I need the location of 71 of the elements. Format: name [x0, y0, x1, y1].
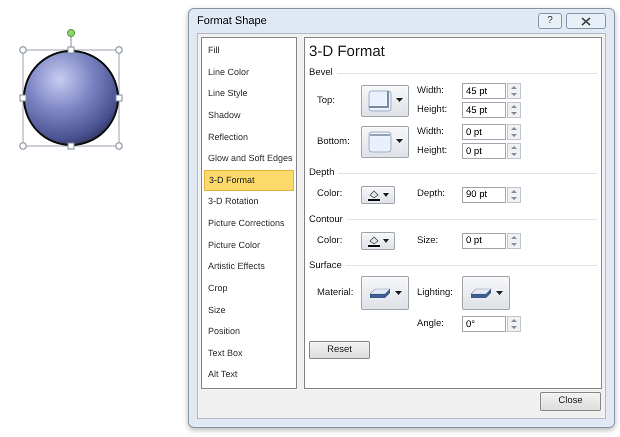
- category-item[interactable]: Shadow: [204, 104, 294, 126]
- category-item[interactable]: 3-D Format: [204, 170, 294, 192]
- color-dropdown[interactable]: [361, 186, 395, 204]
- bevel-dropdown[interactable]: [361, 84, 409, 117]
- caret-icon: [396, 139, 402, 144]
- field-label: Height:: [417, 144, 448, 158]
- help-button[interactable]: ?: [538, 13, 562, 29]
- material-icon: [368, 286, 390, 300]
- category-item[interactable]: Line Style: [204, 83, 294, 105]
- field-label: Top:: [316, 94, 336, 108]
- section-heading: Bevel: [309, 66, 333, 80]
- caret-icon: [382, 192, 388, 196]
- close-dialog-button[interactable]: Close: [540, 392, 601, 411]
- section-heading: Depth: [309, 166, 334, 180]
- number-field[interactable]: 45 pt: [462, 83, 506, 100]
- category-item[interactable]: Artistic Effects: [204, 256, 294, 278]
- category-item[interactable]: Picture Color: [204, 234, 294, 256]
- category-item[interactable]: Glow and Soft Edges: [204, 148, 294, 170]
- category-item[interactable]: Position: [204, 321, 294, 343]
- field-label: Color:: [316, 234, 344, 248]
- window-title: Format Shape: [197, 14, 268, 29]
- category-item[interactable]: 3-D Rotation: [204, 191, 294, 213]
- reset-button[interactable]: Reset: [309, 341, 370, 359]
- field-label: Material:: [316, 286, 354, 300]
- category-item[interactable]: Picture Corrections: [204, 213, 294, 235]
- field-label: Size:: [417, 234, 440, 248]
- category-item[interactable]: Alt Text: [204, 364, 294, 386]
- section-heading: Surface: [309, 258, 342, 273]
- spinner-icon[interactable]: [507, 124, 521, 140]
- number-field[interactable]: 0 pt: [462, 143, 506, 160]
- spinner-icon[interactable]: [507, 83, 521, 100]
- surface-dropdown[interactable]: [361, 276, 409, 310]
- color-dropdown[interactable]: [361, 232, 395, 250]
- caret-icon: [396, 98, 402, 104]
- spinner-icon[interactable]: [507, 316, 521, 332]
- section-heading: Contour: [309, 212, 343, 226]
- caret-icon: [496, 290, 502, 296]
- field-label: Height:: [417, 103, 448, 118]
- field-label: Lighting:: [417, 286, 454, 300]
- close-button[interactable]: [566, 13, 606, 29]
- number-field[interactable]: 45 pt: [462, 102, 506, 118]
- surface-dropdown[interactable]: [462, 276, 510, 310]
- number-field[interactable]: 0°: [462, 316, 506, 332]
- selected-sphere-drawing[interactable]: [19, 28, 125, 150]
- category-item[interactable]: Reflection: [204, 126, 294, 148]
- number-field[interactable]: 90 pt: [462, 186, 506, 202]
- spinner-icon[interactable]: [507, 143, 521, 160]
- category-item[interactable]: Fill: [204, 40, 294, 62]
- close-icon: [581, 16, 591, 26]
- category-item[interactable]: Size: [204, 300, 294, 322]
- field-label: Color:: [316, 187, 344, 202]
- panel-title: 3-D Format: [309, 42, 386, 62]
- material-icon: [470, 286, 492, 300]
- caret-icon: [382, 238, 388, 243]
- field-label: Bottom:: [316, 134, 351, 149]
- category-item[interactable]: Crop: [204, 278, 294, 300]
- category-item[interactable]: Line Color: [204, 62, 294, 84]
- number-field[interactable]: 0 pt: [462, 124, 506, 140]
- spinner-icon[interactable]: [507, 186, 521, 202]
- bevel-top-icon: [368, 90, 392, 112]
- bevel-bottom-icon: [368, 130, 392, 153]
- spinner-icon[interactable]: [507, 102, 521, 118]
- number-field[interactable]: 0 pt: [462, 232, 506, 249]
- bevel-dropdown[interactable]: [361, 126, 409, 158]
- field-label: Width:: [417, 125, 445, 140]
- field-label: Depth:: [417, 187, 446, 202]
- field-label: Width:: [417, 84, 445, 98]
- caret-icon: [394, 290, 402, 296]
- category-item[interactable]: Text Box: [204, 342, 294, 364]
- field-label: Angle:: [417, 316, 445, 331]
- spinner-icon[interactable]: [507, 232, 521, 249]
